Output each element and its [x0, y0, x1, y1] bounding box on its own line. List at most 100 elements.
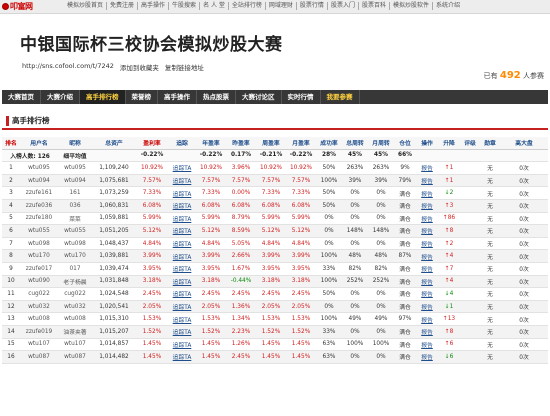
cell-track-link[interactable]: 追踪TA [168, 212, 196, 226]
col-month-turnover[interactable]: 月周转 [368, 137, 394, 150]
cell-report-link[interactable]: 报告 [416, 262, 438, 276]
cell-username[interactable]: wtu107 [20, 338, 58, 352]
nav-forum[interactable]: 大赛讨论区 [236, 90, 282, 104]
col-username[interactable]: 用户名 [20, 137, 58, 150]
cell-track-link[interactable]: 追踪TA [168, 275, 196, 289]
cell-track-link[interactable]: 追踪TA [168, 186, 196, 200]
col-total-turnover[interactable]: 总周转 [342, 137, 368, 150]
top-link-site-ranking[interactable]: 全站排行榜 [229, 2, 266, 10]
contest-url[interactable]: http://sns.cofool.com/t/7242 [22, 62, 114, 72]
top-link-register[interactable]: 免费注册 [107, 2, 139, 10]
cell-track-link[interactable]: 追踪TA [168, 237, 196, 251]
cell-report-link[interactable]: 报告 [416, 212, 438, 226]
cell-report-link[interactable]: 报告 [416, 224, 438, 238]
cell-nickname[interactable]: wtu094 [58, 174, 92, 188]
col-yesterday-rate[interactable]: 昨盈率 [226, 137, 256, 150]
col-success-rate[interactable]: 成功率 [316, 137, 342, 150]
cell-report-link[interactable]: 报告 [416, 186, 438, 200]
cell-username[interactable]: zzufe019 [20, 325, 58, 339]
cell-report-link[interactable]: 报告 [416, 312, 438, 326]
cell-nickname[interactable]: wtu095 [58, 161, 92, 175]
cell-report-link[interactable]: 报告 [416, 237, 438, 251]
cell-report-link[interactable]: 报告 [416, 174, 438, 188]
top-link-stock-search[interactable]: 牛股搜索 [169, 2, 201, 10]
nav-hot-stocks[interactable]: 热点股票 [197, 90, 236, 104]
cell-username[interactable]: wtu094 [20, 174, 58, 188]
cell-track-link[interactable]: 追踪TA [168, 350, 196, 364]
cell-username[interactable]: wtu095 [20, 161, 58, 175]
top-link-encyclopedia[interactable]: 股票百科 [359, 2, 390, 10]
cell-nickname[interactable]: 老子杨晨 [58, 275, 92, 289]
cell-nickname[interactable]: wtu107 [58, 338, 92, 352]
cell-track-link[interactable]: 追踪TA [168, 262, 196, 276]
cell-track-link[interactable]: 追踪TA [168, 161, 196, 175]
nav-honor-roll[interactable]: 荣誉榜 [126, 90, 158, 104]
cell-nickname[interactable]: wtu098 [58, 237, 92, 251]
top-link-home[interactable]: 模拟炒股首页 [64, 2, 108, 10]
cell-nickname[interactable]: wtu008 [58, 312, 92, 326]
cell-track-link[interactable]: 追踪TA [168, 338, 196, 352]
cell-username[interactable]: wtu170 [20, 249, 58, 263]
cell-report-link[interactable]: 报告 [416, 338, 438, 352]
col-total-assets[interactable]: 总资产 [92, 137, 136, 150]
site-logo[interactable]: 叩富网 [2, 1, 33, 12]
add-favorite-link[interactable]: 添加到收藏夹 [120, 62, 159, 72]
cell-username[interactable]: cug022 [20, 287, 58, 301]
top-link-software[interactable]: 模拟炒股软件 [390, 2, 433, 10]
cell-username[interactable]: zzufe017 [20, 262, 58, 276]
nav-contest-intro[interactable]: 大赛介绍 [41, 90, 80, 104]
cell-nickname[interactable]: wtu170 [58, 249, 92, 263]
cell-username[interactable]: wtu008 [20, 312, 58, 326]
col-nickname[interactable]: 昵称 [58, 137, 92, 150]
nav-live-quotes[interactable]: 实时行情 [282, 90, 321, 104]
col-week-rate[interactable]: 周盈率 [256, 137, 286, 150]
top-link-quotes[interactable]: 股票行情 [297, 2, 328, 10]
cell-username[interactable]: wtu055 [20, 224, 58, 238]
nav-contest-home[interactable]: 大赛首页 [2, 90, 41, 104]
col-position[interactable]: 仓位 [394, 137, 416, 150]
cell-nickname[interactable]: cug022 [58, 287, 92, 301]
top-link-about[interactable]: 系统介绍 [433, 2, 463, 10]
nav-join-contest[interactable]: 我要参赛 [321, 90, 360, 104]
cell-username[interactable]: wtu090 [20, 275, 58, 289]
col-rank[interactable]: 排名 [2, 137, 20, 150]
cell-track-link[interactable]: 追踪TA [168, 325, 196, 339]
cell-track-link[interactable]: 追踪TA [168, 300, 196, 314]
cell-report-link[interactable]: 报告 [416, 325, 438, 339]
col-annual-rate[interactable]: 年盈率 [196, 137, 226, 150]
cell-track-link[interactable]: 追踪TA [168, 174, 196, 188]
cell-nickname[interactable]: wtu087 [58, 350, 92, 364]
cell-username[interactable]: zzufe036 [20, 199, 58, 213]
top-link-finance[interactable]: 网域理财 [266, 2, 297, 10]
cell-report-link[interactable]: 报告 [416, 350, 438, 364]
cell-nickname[interactable]: wtu032 [58, 300, 92, 314]
cell-report-link[interactable]: 报告 [416, 199, 438, 213]
cell-nickname[interactable]: wtu055 [58, 224, 92, 238]
cell-track-link[interactable]: 追踪TA [168, 312, 196, 326]
col-profit-rate[interactable]: 盈利率 [136, 137, 168, 150]
cell-username[interactable]: wtu098 [20, 237, 58, 251]
top-link-expert-ops[interactable]: 高手操作 [138, 2, 170, 10]
cell-track-link[interactable]: 追踪TA [168, 249, 196, 263]
cell-username[interactable]: zzufe180 [20, 212, 58, 226]
cell-report-link[interactable]: 报告 [416, 249, 438, 263]
top-link-hall-of-fame[interactable]: 名 人 堂 [200, 2, 229, 10]
nav-expert-ops[interactable]: 高手操作 [158, 90, 197, 104]
cell-nickname[interactable]: 菜菜 [58, 212, 92, 226]
cell-report-link[interactable]: 报告 [416, 300, 438, 314]
cell-report-link[interactable]: 报告 [416, 161, 438, 175]
cell-nickname[interactable]: 油茶夹著 [58, 325, 92, 339]
cell-username[interactable]: wtu032 [20, 300, 58, 314]
cell-username[interactable]: wtu087 [20, 350, 58, 364]
col-month-rate[interactable]: 月盈率 [286, 137, 316, 150]
copy-link-button[interactable]: 复制链接地址 [165, 62, 204, 72]
cell-nickname[interactable]: 017 [58, 262, 92, 276]
top-link-beginner[interactable]: 股票入门 [328, 2, 359, 10]
cell-report-link[interactable]: 报告 [416, 287, 438, 301]
cell-nickname[interactable]: 161 [58, 186, 92, 200]
cell-nickname[interactable]: 036 [58, 199, 92, 213]
cell-track-link[interactable]: 追踪TA [168, 224, 196, 238]
cell-username[interactable]: zzufe161 [20, 186, 58, 200]
nav-expert-ranking[interactable]: 高手排行榜 [80, 90, 126, 104]
cell-report-link[interactable]: 报告 [416, 275, 438, 289]
